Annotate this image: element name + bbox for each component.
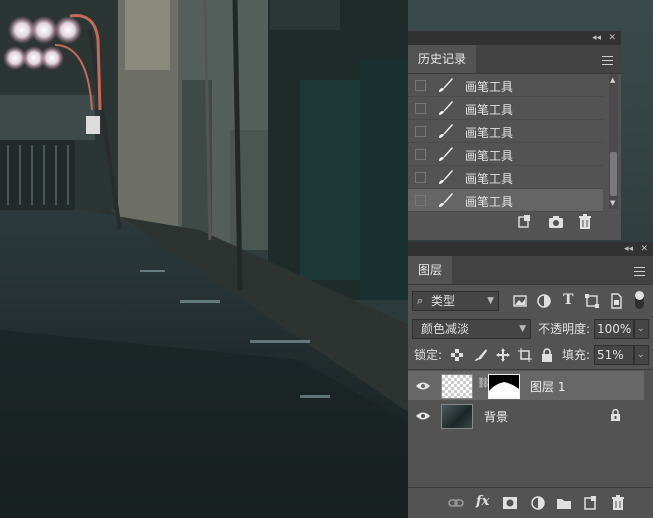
history-item-label: 画笔工具	[465, 103, 514, 117]
close-panel-icon[interactable]: ✕	[640, 243, 648, 255]
history-scrollbar[interactable]: ▲ ▼	[609, 74, 618, 209]
layer-thumbnail-photo[interactable]	[441, 404, 473, 429]
tab-history[interactable]: 历史记录	[408, 45, 477, 73]
layers-list: ⛓ 图层 1 背景	[408, 369, 653, 480]
opacity-input[interactable]: 100%	[594, 319, 634, 339]
history-panel: ◂◂ ✕ 历史记录 画笔工具 画笔工具 画笔工具 画笔工具 画笔工具 画笔工具 ▲ ▼	[408, 31, 621, 240]
history-panel-topbar: ◂◂ ✕	[408, 31, 621, 45]
scroll-up-arrow-icon[interactable]: ▲	[610, 76, 615, 84]
history-item-label: 画笔工具	[465, 149, 514, 163]
lock-position-icon[interactable]	[496, 348, 510, 362]
layers-footer: fx	[408, 487, 653, 518]
layer-filter-value: 类型	[431, 294, 456, 308]
history-item[interactable]: 画笔工具	[408, 166, 603, 189]
brush-icon	[439, 101, 453, 115]
collapse-panel-icon[interactable]: ◂◂	[592, 32, 601, 44]
chevron-down-icon: ⌄	[637, 350, 645, 360]
layer-thumbnail-transparent[interactable]	[441, 374, 473, 399]
history-item[interactable]: 画笔工具	[408, 143, 603, 166]
lock-label: 锁定:	[414, 348, 443, 362]
fx-icon[interactable]: fx	[476, 494, 489, 509]
history-checkbox[interactable]	[415, 172, 426, 183]
panel-menu-icon[interactable]	[634, 267, 645, 276]
delete-layer-icon[interactable]	[610, 495, 626, 511]
scroll-down-arrow-icon[interactable]: ▼	[610, 199, 615, 207]
brush-icon	[439, 124, 453, 138]
collapse-panel-icon[interactable]: ◂◂	[624, 243, 633, 255]
fill-input[interactable]: 51%	[594, 345, 634, 365]
eye-icon[interactable]	[416, 381, 430, 391]
new-group-icon[interactable]	[556, 495, 572, 511]
chevron-down-icon: ⌄	[637, 324, 645, 334]
camera-icon[interactable]	[548, 214, 564, 230]
filter-type-icon[interactable]: T	[563, 292, 573, 308]
lock-artboard-icon[interactable]	[518, 348, 532, 362]
opacity-dropdown[interactable]: ⌄	[634, 319, 649, 339]
scroll-thumb[interactable]	[610, 152, 617, 196]
brush-icon	[439, 147, 453, 161]
layers-tabbar: 图层	[408, 256, 653, 285]
fill-dropdown[interactable]: ⌄	[634, 345, 649, 365]
tab-layers[interactable]: 图层	[408, 256, 453, 284]
opacity-label: 不透明度:	[538, 322, 591, 336]
chevron-down-icon: ▼	[487, 296, 494, 306]
add-mask-icon[interactable]	[502, 495, 518, 511]
new-layer-icon[interactable]	[582, 495, 598, 511]
layer-mask-thumbnail[interactable]	[488, 374, 520, 399]
history-item-label: 画笔工具	[465, 172, 514, 186]
history-tabbar: 历史记录	[408, 45, 621, 74]
adjustment-layer-icon[interactable]	[530, 495, 546, 511]
history-item[interactable]: 画笔工具	[408, 120, 603, 143]
history-checkbox[interactable]	[415, 103, 426, 114]
fill-label: 填充:	[562, 348, 591, 362]
layers-panel: ◂◂ ✕ 图层 ⌕ 类型 ▼ T 颜色减淡 ▼ 不透明度: 100% ⌄ 锁定:…	[408, 242, 653, 518]
history-checkbox[interactable]	[415, 149, 426, 160]
history-item-label: 画笔工具	[465, 195, 514, 209]
filter-adjustment-icon[interactable]	[536, 293, 552, 309]
history-item[interactable]: 画笔工具	[408, 97, 603, 120]
blend-mode-value: 颜色减淡	[421, 322, 470, 336]
layer-row-background[interactable]: 背景	[408, 401, 644, 430]
layer-name: 图层 1	[530, 380, 566, 394]
eye-icon[interactable]	[416, 411, 430, 421]
brush-icon	[439, 78, 453, 92]
close-panel-icon[interactable]: ✕	[608, 32, 616, 44]
panel-menu-icon[interactable]	[602, 56, 613, 65]
lock-image-pixels-icon[interactable]	[474, 348, 488, 362]
history-item[interactable]: 画笔工具	[408, 74, 603, 97]
history-checkbox[interactable]	[415, 80, 426, 91]
delete-icon[interactable]	[577, 214, 593, 230]
lock-all-icon[interactable]	[540, 348, 554, 362]
layer-filter-select[interactable]: ⌕ 类型 ▼	[412, 291, 499, 311]
layers-panel-topbar: ◂◂ ✕	[408, 242, 653, 256]
history-item-label: 画笔工具	[465, 126, 514, 140]
filter-pixel-icon[interactable]	[512, 293, 528, 309]
history-item[interactable]: 画笔工具	[408, 189, 603, 212]
fill-value: 51%	[597, 348, 624, 362]
chevron-down-icon: ▼	[519, 324, 526, 334]
history-item-label: 画笔工具	[465, 80, 514, 94]
lock-transparent-pixels-icon[interactable]	[450, 348, 464, 362]
layer-row-layer1[interactable]: ⛓ 图层 1	[408, 371, 644, 400]
blend-mode-select[interactable]: 颜色减淡 ▼	[412, 319, 531, 339]
filter-shape-icon[interactable]	[584, 293, 600, 309]
new-document-from-state-icon[interactable]	[516, 214, 532, 230]
opacity-value: 100%	[597, 322, 632, 336]
filter-toggle[interactable]	[635, 291, 644, 309]
search-icon: ⌕	[417, 294, 424, 307]
lock-icon	[611, 409, 620, 421]
history-list: 画笔工具 画笔工具 画笔工具 画笔工具 画笔工具 画笔工具 ▲ ▼	[408, 74, 621, 212]
brush-icon	[439, 193, 453, 207]
history-checkbox[interactable]	[415, 195, 426, 206]
link-layers-icon[interactable]	[448, 495, 464, 511]
history-checkbox[interactable]	[415, 126, 426, 137]
filter-smart-object-icon[interactable]	[608, 293, 624, 309]
layer-name: 背景	[484, 410, 509, 424]
brush-icon	[439, 170, 453, 184]
